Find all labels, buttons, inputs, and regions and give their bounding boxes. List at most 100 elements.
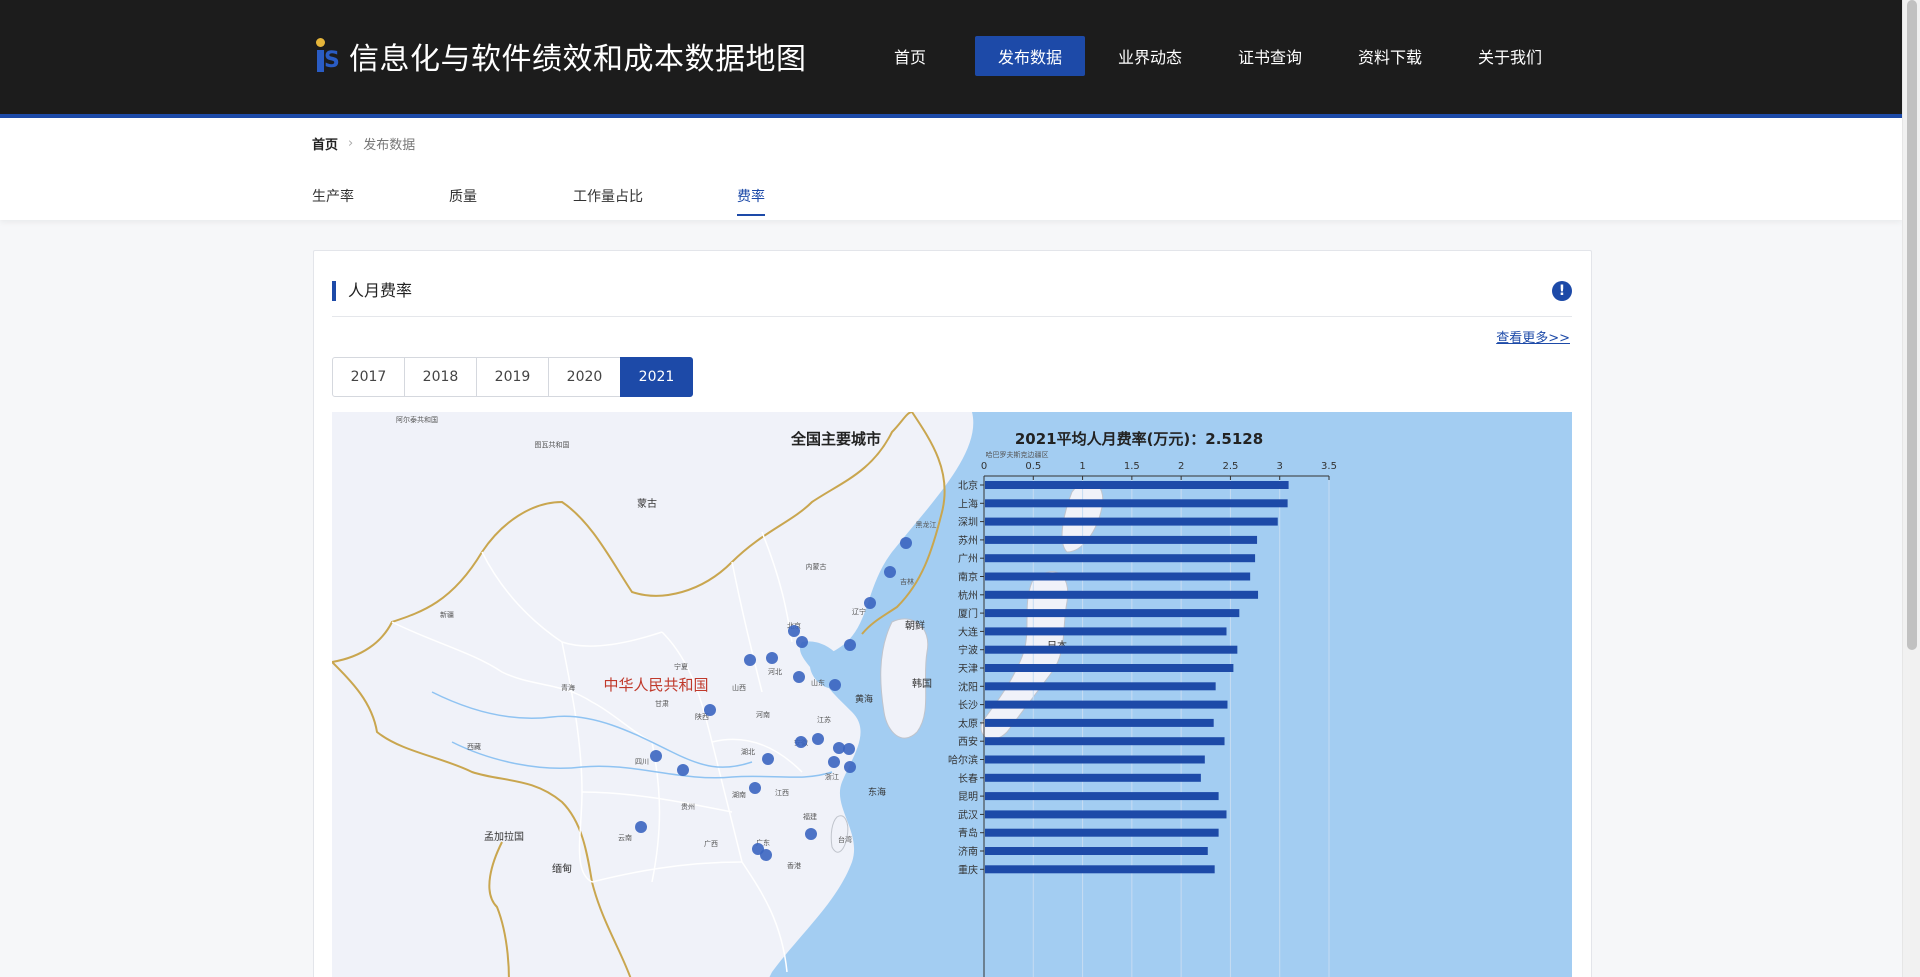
chevron-right-icon: › (348, 136, 354, 151)
city-marker-20 (749, 782, 761, 794)
label-jiangxi: 江西 (775, 789, 789, 797)
bar-label-太原: 太原 (958, 717, 978, 730)
city-marker-18 (677, 764, 689, 776)
bar-label-深圳: 深圳 (958, 517, 978, 529)
label-taiwan: 台湾 (838, 835, 852, 844)
year-2018-button[interactable]: 2018 (404, 357, 477, 397)
province-border-7 (741, 861, 788, 973)
label-south-korea: 韩国 (912, 677, 932, 690)
label-jilin: 吉林 (900, 577, 914, 586)
nav-certificate-query[interactable]: 证书查询 (1215, 36, 1325, 76)
city-marker-16 (844, 761, 856, 773)
breadcrumb: 首页 › 发布数据 (312, 134, 415, 153)
bar-武汉 (985, 810, 1227, 819)
bar-label-青岛: 青岛 (958, 827, 978, 840)
site-logo[interactable]: S 信息化与软件绩效和成本数据地图 (315, 34, 807, 78)
x-tick-label-2: 1 (1079, 461, 1085, 472)
sea-region (769, 412, 1572, 977)
label-hubei: 湖北 (741, 747, 755, 756)
bar-深圳 (985, 517, 1278, 526)
nav-published-data[interactable]: 发布数据 (975, 36, 1085, 76)
bar-厦门 (985, 609, 1240, 618)
bar-广州 (985, 554, 1256, 563)
label-east-china-sea: 东海 (868, 786, 886, 798)
label-ningxia: 宁夏 (674, 662, 688, 671)
city-marker-8 (793, 671, 805, 683)
city-marker-1 (884, 566, 896, 578)
x-tick-label-6: 3 (1277, 461, 1283, 472)
bar-label-上海: 上海 (958, 497, 978, 510)
bar-label-长沙: 长沙 (958, 700, 978, 712)
tab-rate[interactable]: 费率 (737, 186, 765, 216)
label-bangladesh: 孟加拉国 (484, 830, 524, 843)
city-marker-17 (650, 750, 662, 762)
label-altai-republic: 阿尔泰共和国 (396, 415, 438, 424)
year-2020-button[interactable]: 2020 (548, 357, 621, 397)
bar-label-重庆: 重庆 (958, 863, 978, 876)
year-2021-button[interactable]: 2021 (620, 357, 693, 397)
bar-上海 (985, 499, 1288, 508)
nav-about-us[interactable]: 关于我们 (1455, 36, 1565, 76)
city-marker-4 (796, 636, 808, 648)
bar-重庆 (985, 865, 1215, 874)
city-marker-5 (744, 654, 756, 666)
label-hebei: 河北 (768, 668, 782, 676)
province-border-1 (481, 551, 663, 647)
info-icon[interactable]: ! (1552, 281, 1572, 301)
tab-quality[interactable]: 质量 (449, 186, 573, 216)
label-inner-mongolia: 内蒙古 (806, 562, 827, 571)
label-qinghai: 青海 (561, 683, 575, 692)
label-hunan: 湖南 (732, 790, 746, 799)
label-henan: 河南 (756, 710, 770, 719)
nav-home[interactable]: 首页 (855, 36, 965, 76)
map-chart-panel[interactable]: 蒙古朝鲜韩国日本黄海东海孟加拉国缅甸阿尔泰共和国图瓦共和国哈巴罗夫斯克边疆区新疆… (332, 412, 1572, 977)
bar-label-沈阳: 沈阳 (958, 680, 978, 693)
label-tuva-republic: 图瓦共和国 (535, 440, 570, 449)
province-border-10 (731, 561, 763, 693)
city-marker-11 (795, 736, 807, 748)
bar-label-武汉: 武汉 (958, 808, 978, 821)
label-north-korea: 朝鲜 (905, 619, 925, 632)
map-and-bar-chart[interactable]: 蒙古朝鲜韩国日本黄海东海孟加拉国缅甸阿尔泰共和国图瓦共和国哈巴罗夫斯克边疆区新疆… (332, 412, 1572, 977)
bar-label-南京: 南京 (958, 571, 978, 584)
china-border-north (332, 412, 913, 663)
year-2017-button[interactable]: 2017 (332, 357, 405, 397)
bar-label-苏州: 苏州 (958, 534, 978, 547)
bar-label-大连: 大连 (958, 625, 978, 638)
label-sichuan: 四川 (635, 758, 649, 766)
view-more-link[interactable]: 查看更多>> (1496, 327, 1570, 346)
breadcrumb-home[interactable]: 首页 (312, 134, 338, 153)
province-border-5 (581, 791, 733, 813)
bar-label-杭州: 杭州 (958, 589, 978, 602)
province-border-6 (591, 861, 743, 883)
label-guangxi: 广西 (704, 839, 718, 848)
page-scrollbar[interactable] (1902, 0, 1920, 977)
bar-太原 (985, 718, 1214, 727)
taiwan-island (830, 815, 849, 853)
scroll-thumb[interactable] (1907, 0, 1917, 650)
bar-苏州 (985, 535, 1258, 544)
nav-downloads[interactable]: 资料下载 (1335, 36, 1445, 76)
rate-card: 人月费率 ! 查看更多>> 2017 2018 2019 2020 2021 蒙… (313, 250, 1592, 977)
city-marker-22 (805, 828, 817, 840)
x-tick-label-5: 2.5 (1222, 461, 1238, 472)
bar-label-宁波: 宁波 (958, 644, 978, 657)
city-marker-10 (704, 704, 716, 716)
city-marker-14 (843, 743, 855, 755)
x-tick-label-1: 0.5 (1025, 461, 1041, 472)
city-marker-6 (766, 652, 778, 664)
bar-label-西安: 西安 (958, 735, 978, 748)
tab-productivity[interactable]: 生产率 (312, 186, 449, 216)
bar-label-济南: 济南 (958, 845, 978, 858)
tab-workload-ratio[interactable]: 工作量占比 (573, 186, 737, 216)
nav-industry-news[interactable]: 业界动态 (1095, 36, 1205, 76)
year-2019-button[interactable]: 2019 (476, 357, 549, 397)
label-yunnan: 云南 (618, 833, 632, 842)
bar-济南 (985, 847, 1208, 855)
chart-title: 2021平均人月费率(万元)：2.5128 (1015, 430, 1263, 448)
bar-宁波 (985, 645, 1238, 654)
china-border-southwest (332, 661, 632, 977)
label-guizhou: 贵州 (681, 802, 695, 811)
label-shanxi: 山西 (732, 683, 746, 692)
sub-header: 首页 › 发布数据 生产率 质量 工作量占比 费率 (0, 118, 1902, 220)
